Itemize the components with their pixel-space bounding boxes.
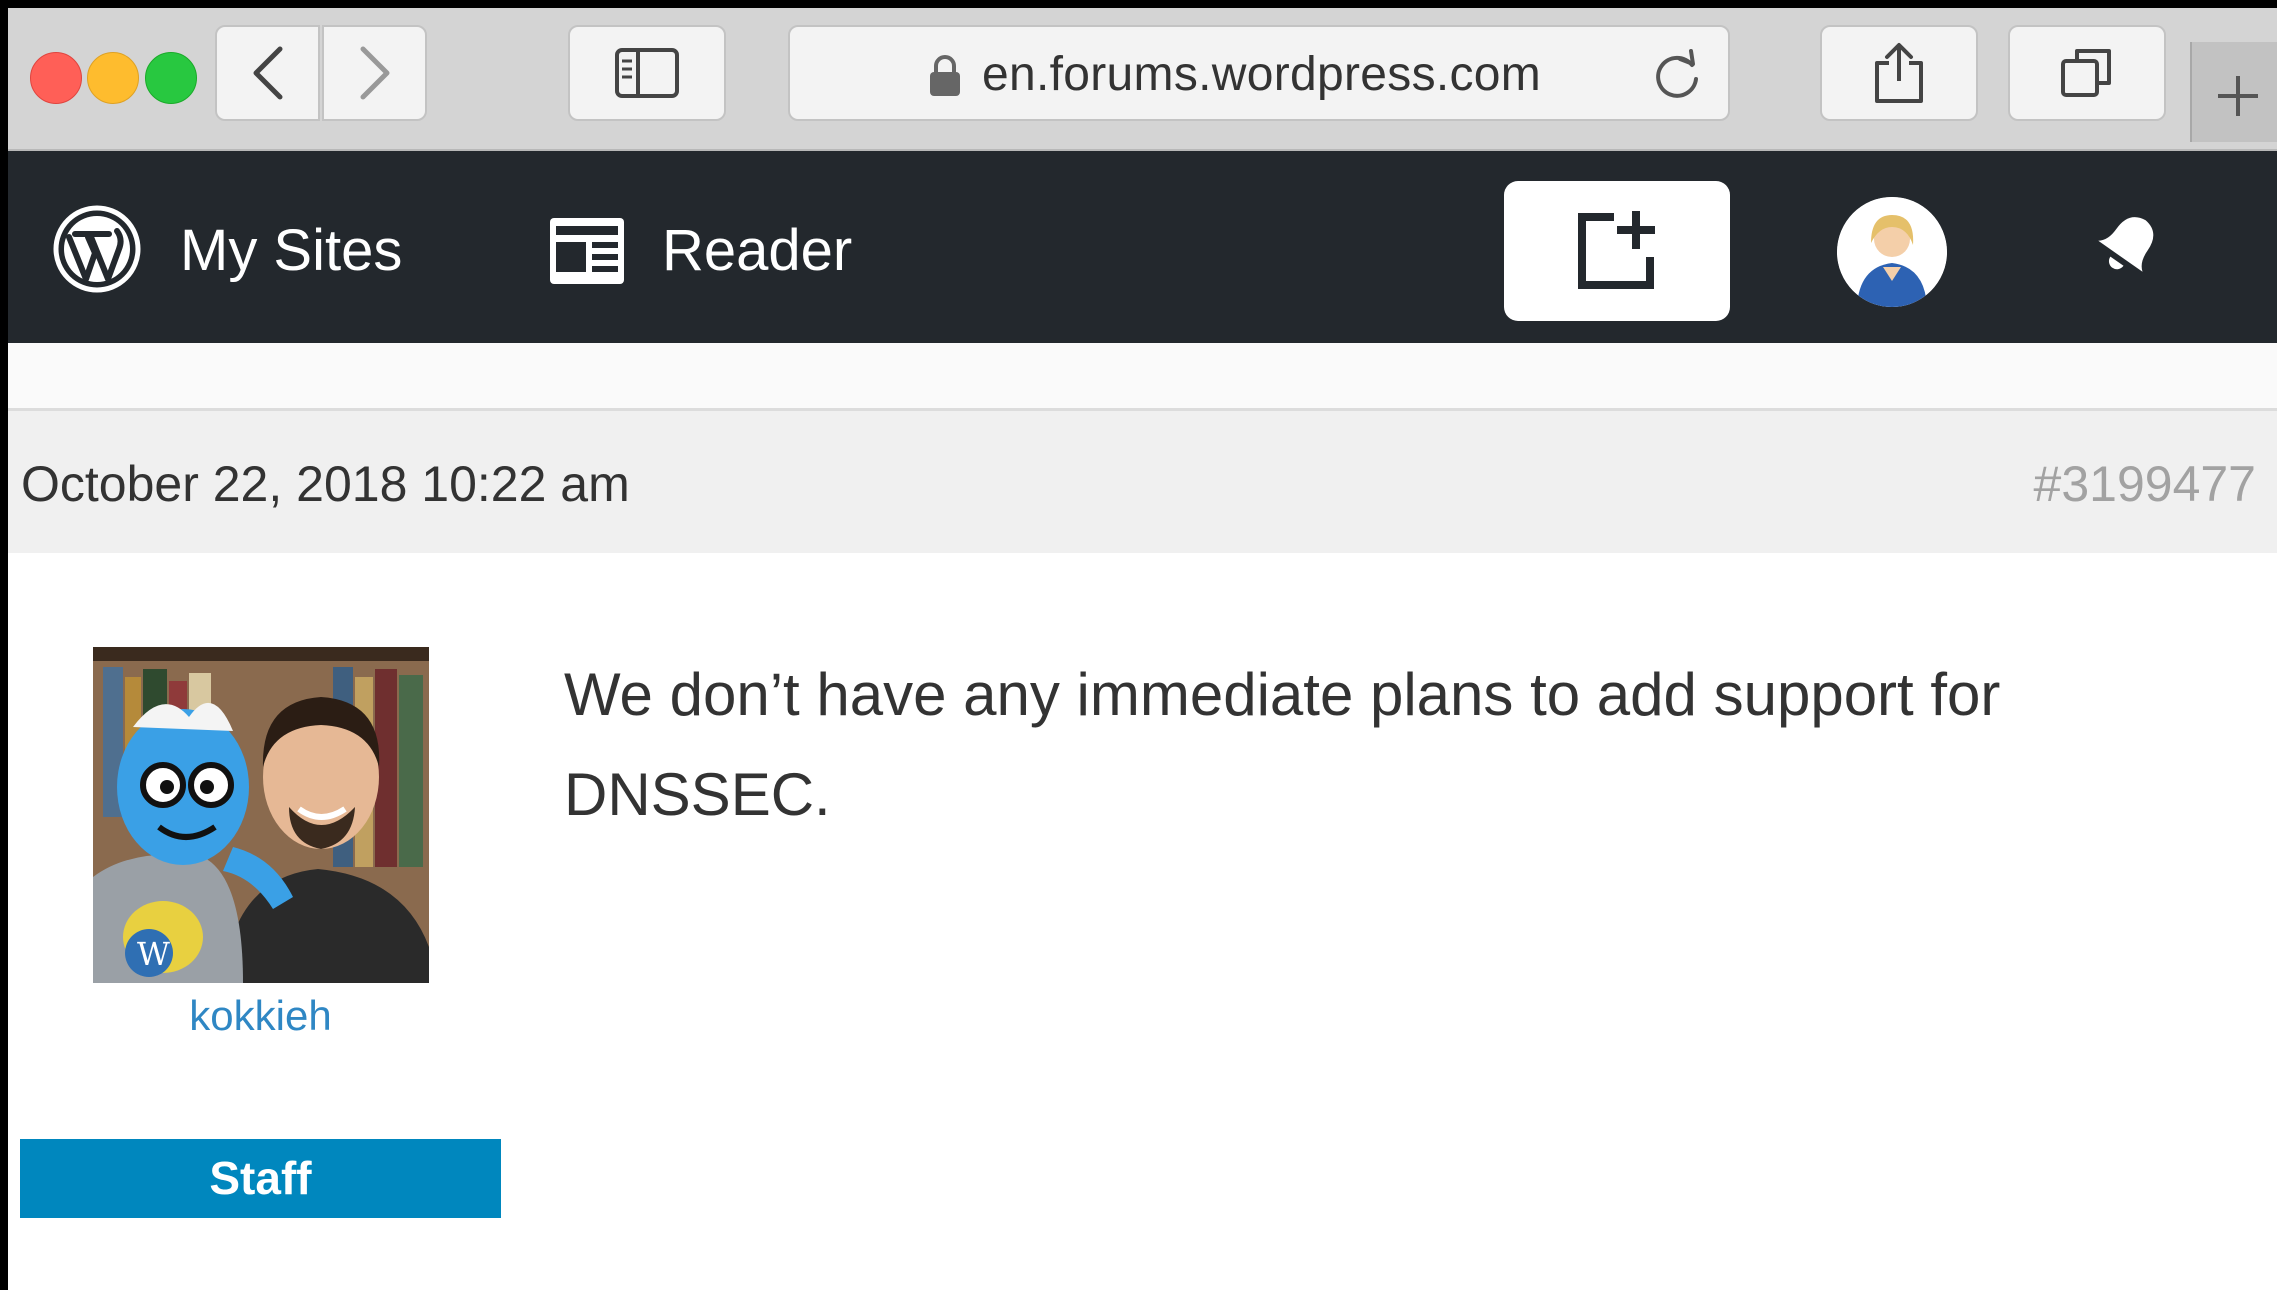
url-text: en.forums.wordpress.com — [982, 48, 1542, 101]
browser-window: en.forums.wordpress.com My Sites Reader … — [8, 8, 2277, 1290]
browser-toolbar: en.forums.wordpress.com — [8, 8, 2277, 151]
post-header: October 22, 2018 10:22 am #3199477 — [8, 411, 2277, 553]
post-date[interactable]: October 22, 2018 10:22 am — [21, 455, 630, 513]
author-name-link[interactable]: kokkieh — [8, 992, 513, 1040]
address-bar[interactable]: en.forums.wordpress.com — [788, 25, 1730, 121]
sidebar-icon — [615, 48, 679, 98]
author-avatar[interactable]: W — [93, 647, 429, 983]
sidebar-toggle-button[interactable] — [568, 25, 726, 121]
post-body: W kokkieh Staff We don’t have any immedi… — [8, 553, 2277, 1290]
wordpress-masterbar: My Sites Reader — [8, 151, 2277, 343]
lock-icon — [930, 55, 960, 96]
chevron-right-icon — [360, 46, 389, 100]
minimize-window-button[interactable] — [87, 52, 139, 104]
svg-text:W: W — [137, 935, 170, 973]
wordpress-logo-icon[interactable] — [53, 205, 141, 293]
bell-icon[interactable] — [2088, 203, 2170, 285]
user-avatar[interactable] — [1837, 197, 1947, 307]
share-icon — [1875, 43, 1923, 103]
zoom-window-button[interactable] — [145, 52, 197, 104]
reader-link[interactable]: Reader — [662, 217, 852, 284]
user-avatar-image — [1837, 197, 1947, 307]
reload-icon[interactable] — [1650, 47, 1704, 103]
plus-icon — [2218, 76, 2258, 116]
forward-button[interactable] — [322, 25, 427, 121]
staff-badge: Staff — [20, 1139, 501, 1218]
tabs-icon — [2061, 49, 2111, 97]
reader-icon[interactable] — [548, 216, 626, 286]
share-button[interactable] — [1820, 25, 1978, 121]
post-permalink[interactable]: #3199477 — [2034, 455, 2256, 513]
content-top-strip — [8, 343, 2277, 411]
write-post-icon — [1578, 211, 1655, 289]
my-sites-link[interactable]: My Sites — [180, 217, 402, 284]
author-photo-image: W — [93, 647, 429, 983]
close-window-button[interactable] — [30, 52, 82, 104]
post-content: We don’t have any immediate plans to add… — [564, 661, 2001, 828]
back-button[interactable] — [215, 25, 320, 121]
chevron-left-icon — [253, 46, 282, 100]
write-post-button[interactable] — [1504, 181, 1730, 321]
new-tab-button[interactable] — [2190, 42, 2277, 142]
tab-overview-button[interactable] — [2008, 25, 2166, 121]
